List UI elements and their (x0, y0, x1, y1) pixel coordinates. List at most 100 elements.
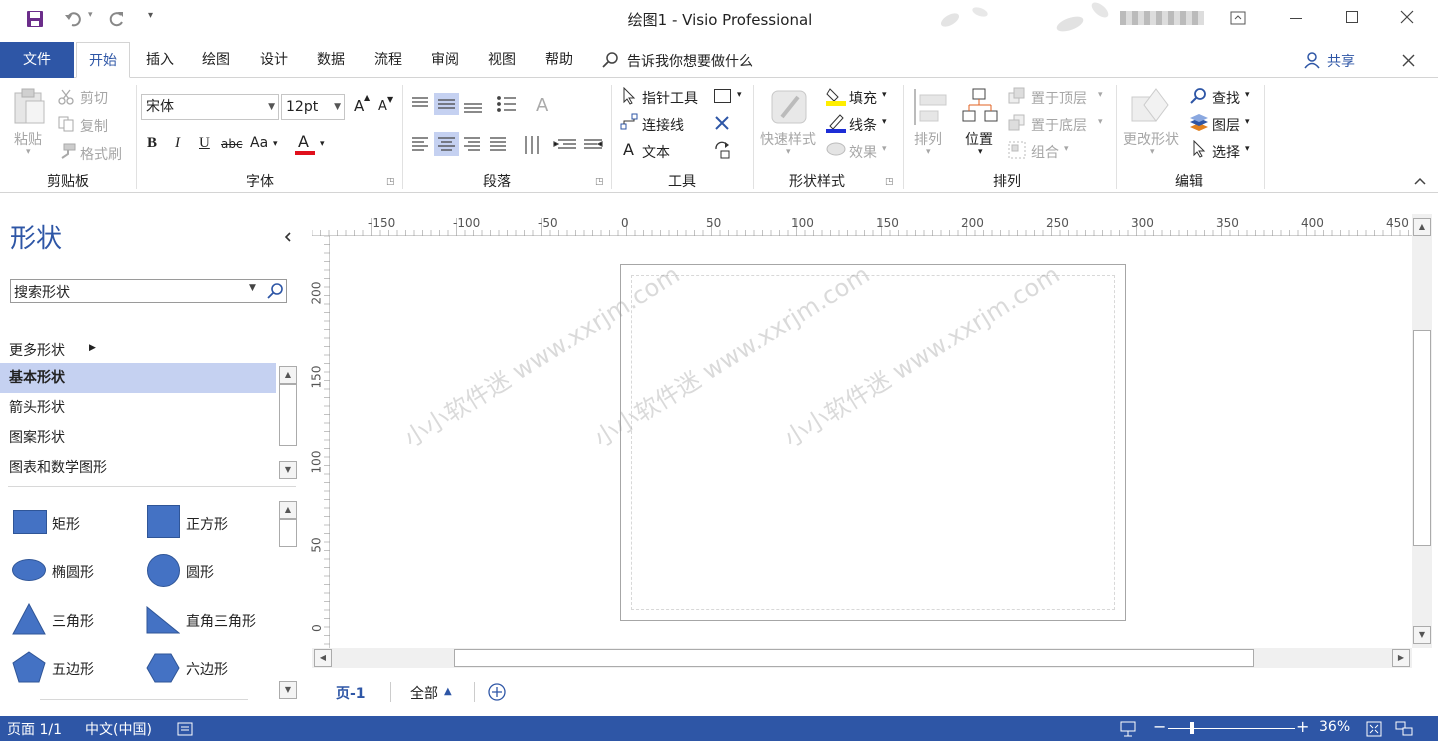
shape-pentagon[interactable]: 五边形 (52, 659, 94, 679)
font-color-button[interactable]: A (298, 132, 309, 151)
shape-square[interactable]: 正方形 (186, 514, 228, 534)
redo-icon[interactable] (108, 10, 126, 28)
right-triangle-shape-icon[interactable] (146, 606, 180, 634)
scroll-down-button[interactable]: ▼ (279, 681, 297, 699)
position-icon[interactable] (961, 87, 999, 125)
stencil-graph-math-shapes[interactable]: 图表和数学图形 (0, 453, 276, 483)
circle-shape-icon[interactable] (147, 554, 180, 587)
language-status[interactable]: 中文(中国) (85, 719, 152, 739)
drawing-canvas[interactable]: 小小软件迷 www.xxrjm.com 小小软件迷 www.xxrjm.com … (331, 237, 1411, 648)
shape-rectangle[interactable]: 矩形 (52, 514, 80, 534)
group-button[interactable]: 组合 (1031, 142, 1059, 162)
strikethrough-button[interactable]: abc (221, 137, 243, 151)
zoom-in-button[interactable]: + (1296, 717, 1309, 736)
position-button[interactable]: 位置 (965, 129, 993, 149)
stencil-basic-shapes[interactable]: 基本形状 (0, 363, 276, 393)
paste-clipboard-icon[interactable] (12, 87, 46, 127)
fit-page-icon[interactable] (1366, 721, 1382, 737)
copy-button[interactable]: 复制 (80, 116, 108, 136)
stencil-decorative-shapes[interactable]: 图案形状 (0, 423, 276, 453)
shape-ellipse[interactable]: 椭圆形 (52, 562, 94, 582)
change-case-button[interactable]: Aa (250, 135, 268, 151)
scroll-down-button[interactable]: ▼ (1413, 626, 1431, 644)
all-pages-button[interactable]: 全部 (410, 683, 438, 703)
drawing-page[interactable] (620, 264, 1126, 621)
horizontal-scrollbar[interactable]: ◀ ▶ (312, 648, 1412, 668)
add-page-icon[interactable] (488, 683, 506, 701)
search-icon[interactable] (266, 282, 284, 300)
hexagon-shape-icon[interactable] (146, 653, 180, 683)
underline-button[interactable]: U (199, 135, 210, 152)
zoom-slider-track[interactable] (1168, 728, 1295, 729)
font-name-combo[interactable]: 宋体 ▼ (141, 94, 279, 120)
chevron-down-icon[interactable]: ▼ (249, 283, 256, 293)
close-document-icon[interactable] (1402, 54, 1415, 67)
scroll-up-button[interactable]: ▲ (1413, 218, 1431, 236)
rectangle-tool-icon[interactable] (714, 89, 731, 103)
align-button[interactable]: 排列 (914, 129, 942, 149)
zoom-level[interactable]: 36% (1319, 719, 1350, 735)
undo-icon[interactable] (64, 10, 84, 28)
zoom-slider-thumb[interactable] (1189, 722, 1194, 734)
share-person-icon[interactable] (1304, 51, 1322, 69)
scroll-down-button[interactable]: ▼ (279, 461, 297, 479)
dialog-launcher-icon[interactable]: ◳ (386, 177, 395, 187)
page-number-status[interactable]: 页面 1/1 (7, 719, 62, 739)
connection-point-icon[interactable] (713, 141, 733, 159)
italic-button[interactable]: I (175, 135, 180, 152)
more-shapes-menu[interactable]: 更多形状 (9, 340, 65, 360)
tab-data[interactable]: 数据 (307, 42, 355, 78)
connector-button[interactable]: 连接线 (642, 115, 684, 135)
grow-font-button[interactable]: A (354, 97, 364, 115)
shape-triangle[interactable]: 三角形 (52, 611, 94, 631)
bold-button[interactable]: B (147, 135, 157, 152)
save-icon[interactable] (26, 10, 44, 28)
switch-windows-icon[interactable] (1395, 721, 1413, 737)
quick-styles-icon[interactable] (770, 87, 810, 127)
find-button[interactable]: 查找 (1212, 88, 1240, 108)
text-tool-button[interactable]: 文本 (642, 142, 670, 162)
maximize-button[interactable] (1346, 11, 1358, 23)
tab-design[interactable]: 设计 (250, 42, 298, 78)
select-button[interactable]: 选择 (1212, 142, 1240, 162)
shape-circle[interactable]: 圆形 (186, 562, 214, 582)
triangle-shape-icon[interactable] (12, 603, 46, 635)
shape-right-triangle[interactable]: 直角三角形 (186, 611, 256, 631)
search-input[interactable]: 搜索形状 (14, 282, 70, 302)
line-button[interactable]: 线条 (849, 115, 877, 135)
zoom-out-button[interactable]: − (1153, 717, 1166, 736)
format-painter-button[interactable]: 格式刷 (80, 144, 122, 164)
vertical-scrollbar[interactable]: ▲ ▼ (1412, 214, 1432, 648)
scrollbar-thumb[interactable] (279, 384, 297, 446)
rectangle-shape-icon[interactable] (13, 510, 47, 534)
undo-dropdown-icon[interactable]: ▾ (88, 10, 93, 20)
scrollbar-thumb[interactable] (1413, 330, 1431, 546)
scroll-up-button[interactable]: ▲ (279, 501, 297, 519)
ribbon-display-options-icon[interactable] (1230, 11, 1246, 25)
quick-styles-button[interactable]: 快速样式 (760, 129, 816, 149)
lightbulb-search-icon[interactable] (601, 51, 619, 69)
close-tool-icon[interactable] (715, 116, 729, 130)
shape-hexagon[interactable]: 六边形 (186, 659, 228, 679)
presentation-mode-icon[interactable] (1119, 721, 1137, 737)
layers-button[interactable]: 图层 (1212, 115, 1240, 135)
scrollbar-thumb[interactable] (279, 519, 297, 547)
change-shape-button[interactable]: 更改形状 (1123, 129, 1179, 149)
cut-button[interactable]: 剪切 (80, 88, 108, 108)
paste-dropdown-icon[interactable]: ▾ (26, 147, 31, 157)
chevron-down-icon[interactable]: ▾ (737, 90, 742, 100)
effects-button[interactable]: 效果 (849, 142, 877, 162)
minimize-button[interactable] (1290, 18, 1302, 19)
tab-home[interactable]: 开始 (76, 42, 130, 78)
scroll-left-button[interactable]: ◀ (314, 649, 332, 667)
scroll-up-button[interactable]: ▲ (279, 366, 297, 384)
tab-insert[interactable]: 插入 (136, 42, 184, 78)
collapse-ribbon-icon[interactable] (1414, 177, 1426, 185)
pointer-tool-button[interactable]: 指针工具 (642, 88, 698, 108)
tell-me-box[interactable]: 告诉我你想要做什么 (627, 51, 753, 71)
tab-help[interactable]: 帮助 (535, 42, 583, 78)
dialog-launcher-icon[interactable]: ◳ (595, 177, 604, 187)
tab-draw[interactable]: 绘图 (192, 42, 240, 78)
pentagon-shape-icon[interactable] (12, 651, 46, 683)
scroll-right-button[interactable]: ▶ (1392, 649, 1410, 667)
